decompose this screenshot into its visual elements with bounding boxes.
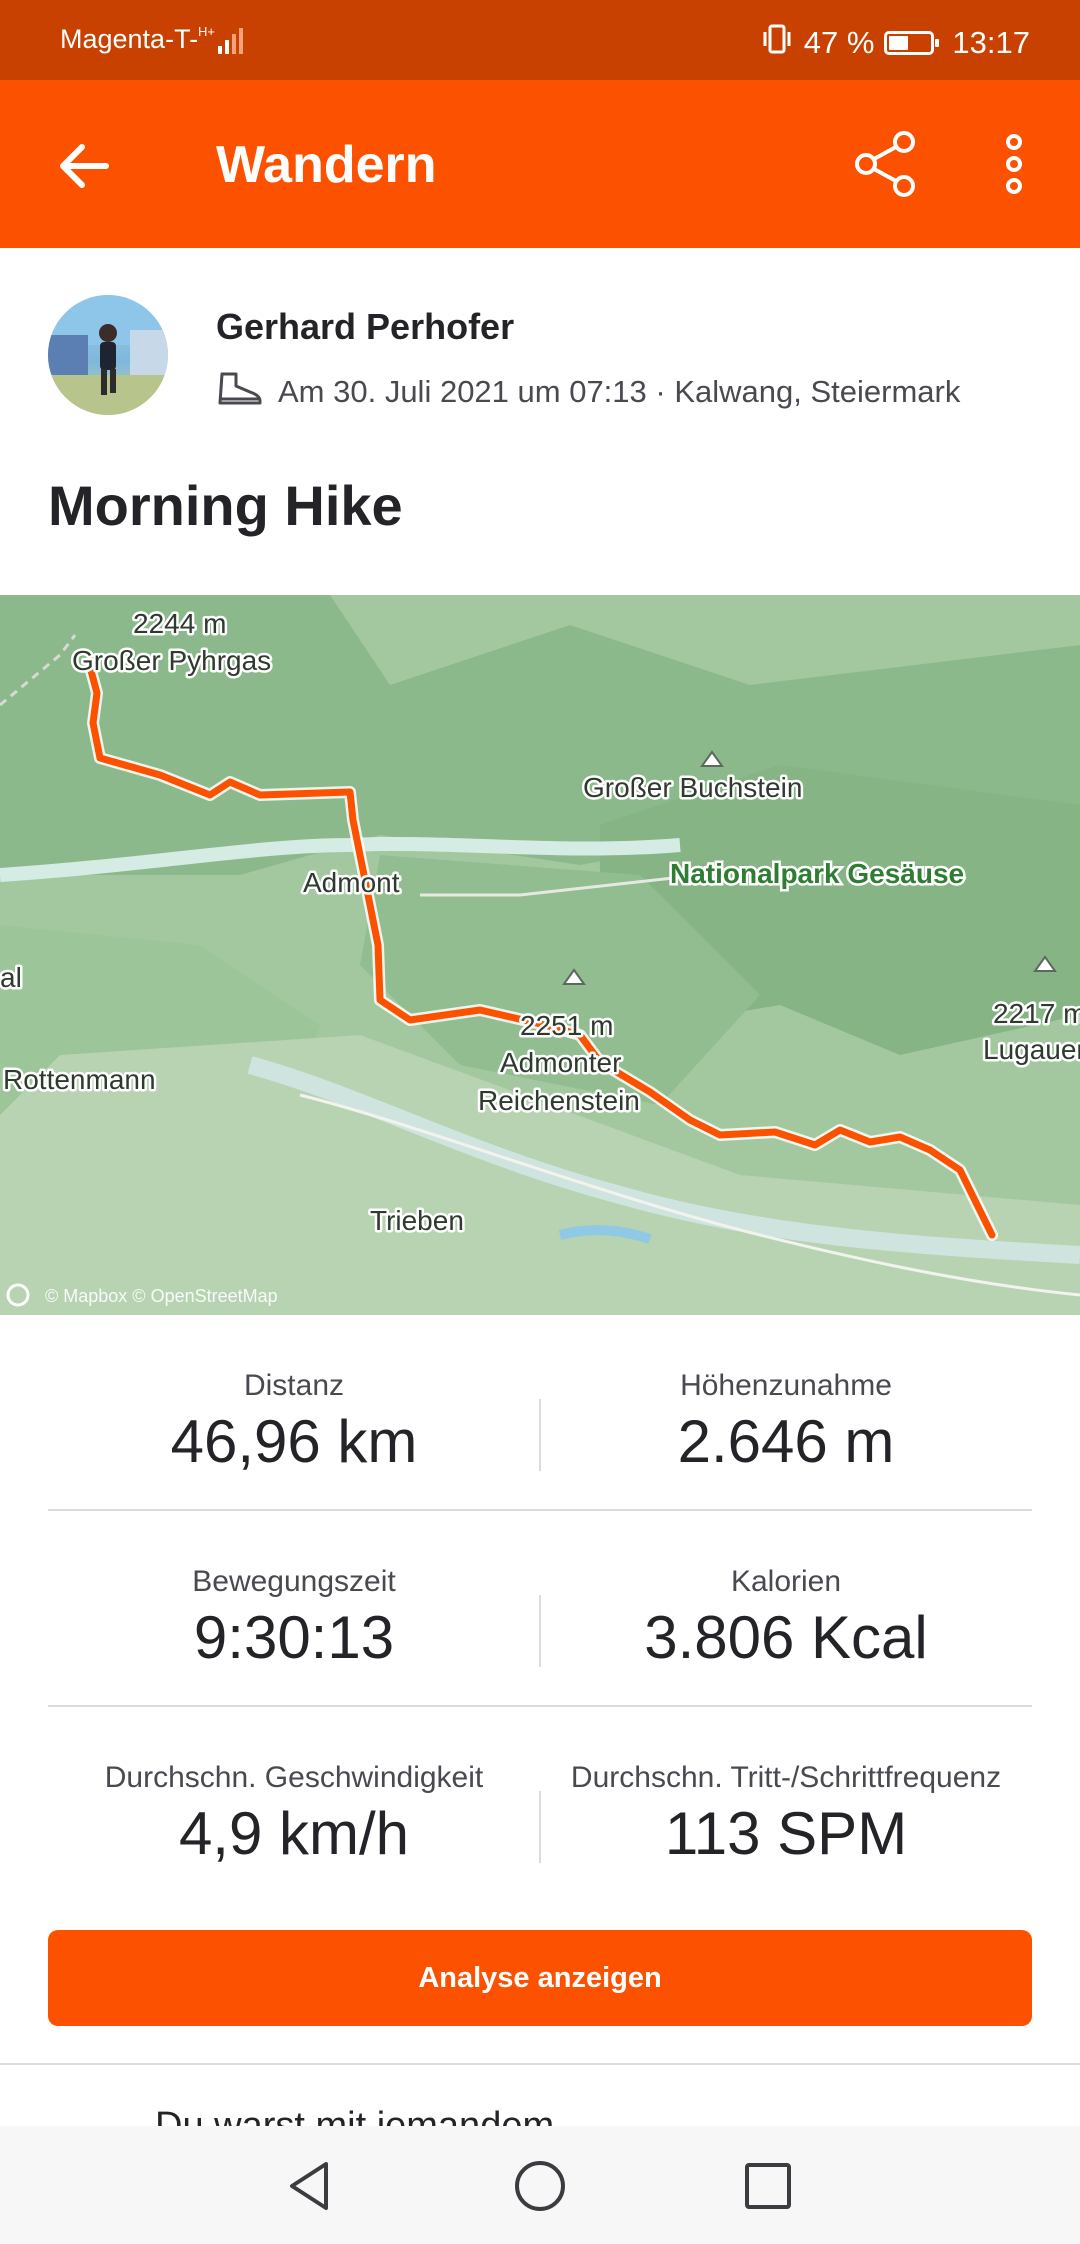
map-label: Rottenmann — [3, 1064, 156, 1095]
activity-header: Gerhard Perhofer Am 30. Juli 2021 um 07:… — [0, 248, 1080, 588]
stat-label: Durchschn. Tritt-/Schrittfrequenz — [570, 1761, 1002, 1794]
clock: 13:17 — [952, 25, 1030, 60]
stat-value: 46,96 km — [170, 1408, 418, 1475]
share-icon[interactable] — [850, 128, 922, 200]
map-label: Admont — [303, 867, 400, 898]
map-attribution: © Mapbox © OpenStreetMap — [45, 1286, 278, 1306]
network-type: H+ — [198, 24, 215, 39]
stat-value: 2.646 m — [677, 1408, 895, 1475]
stat-label: Kalorien — [730, 1565, 842, 1598]
stat-label: Bewegungszeit — [192, 1565, 396, 1598]
map-label: Großer Buchstein — [583, 772, 802, 803]
map-label: 2251 m — [520, 1010, 613, 1041]
route-map[interactable]: 2244 m Großer Pyhrgas Großer Buchstein A… — [0, 595, 1080, 1315]
map-label: Trieben — [370, 1205, 464, 1236]
map-label: Admonter — [500, 1047, 621, 1078]
stat-label: Durchschn. Geschwindigkeit — [104, 1761, 484, 1794]
hiking-boot-icon — [216, 370, 264, 414]
app-bar-title: Wandern — [216, 136, 437, 194]
stats-row: Bewegungszeit 9:30:13 Kalorien 3.806 Kca… — [48, 1511, 1032, 1707]
stats-row: Distanz 46,96 km Höhenzunahme 2.646 m — [48, 1315, 1032, 1511]
avatar[interactable] — [48, 295, 168, 415]
map-label: al — [0, 962, 22, 993]
battery-icon — [884, 31, 940, 55]
stat-value: 3.806 Kcal — [644, 1604, 928, 1671]
activity-meta: Am 30. Juli 2021 um 07:13 · Kalwang, Ste… — [216, 370, 960, 414]
activity-title: Morning Hike — [48, 474, 403, 537]
system-nav-bar — [0, 2126, 1080, 2244]
stat-value: 113 SPM — [664, 1800, 908, 1867]
map-label: 2244 m — [133, 608, 226, 639]
arrow-left-icon[interactable] — [52, 134, 116, 198]
map-label: Reichenstein — [478, 1085, 640, 1116]
stat-value: 4,9 km/h — [178, 1800, 410, 1867]
map-label: Großer Pyhrgas — [72, 645, 271, 676]
athlete-name[interactable]: Gerhard Perhofer — [216, 306, 514, 348]
nav-home-icon[interactable] — [510, 2156, 570, 2216]
stat-label: Höhenzunahme — [680, 1369, 892, 1402]
vibrate-icon — [760, 22, 794, 64]
stat-label: Distanz — [243, 1369, 345, 1402]
signal-icon: H+ — [198, 22, 250, 63]
analyse-button[interactable]: Analyse anzeigen — [48, 1930, 1032, 2026]
map-label: 2217 m — [993, 998, 1080, 1029]
map-label: Nationalpark Gesäuse — [670, 858, 964, 889]
date-location: Am 30. Juli 2021 um 07:13 · Kalwang, Ste… — [278, 374, 961, 409]
nav-recents-icon[interactable] — [738, 2156, 798, 2216]
stat-value: 9:30:13 — [193, 1604, 395, 1671]
section-divider — [0, 2063, 1080, 2065]
nav-back-icon[interactable] — [280, 2156, 340, 2216]
more-vertical-icon[interactable] — [990, 128, 1038, 200]
carrier-name: Magenta-T- — [60, 24, 199, 54]
stats-row: Durchschn. Geschwindigkeit 4,9 km/h Durc… — [48, 1707, 1032, 1901]
app-bar: Wandern — [0, 80, 1080, 248]
map-label: Lugauer — [983, 1034, 1080, 1065]
stats-grid: Distanz 46,96 km Höhenzunahme 2.646 m Be… — [48, 1315, 1032, 1901]
battery-percent: 47 % — [803, 25, 875, 60]
status-bar: Magenta-T- H+ 47 % 13:17 — [0, 0, 1080, 80]
